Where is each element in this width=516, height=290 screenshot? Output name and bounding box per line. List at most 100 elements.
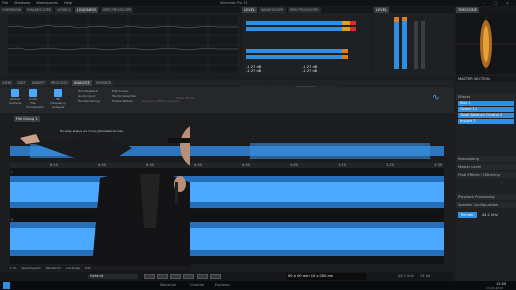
file-comparator-label: Audio File Comparator bbox=[26, 97, 44, 109]
level-meter-r bbox=[246, 27, 342, 31]
level-meter-l2-orange bbox=[342, 49, 348, 53]
status-channels: 1 ch bbox=[10, 266, 17, 270]
master-level-header[interactable]: Master Level bbox=[456, 164, 516, 170]
tab-process[interactable]: PROCESS bbox=[48, 80, 70, 86]
menu-file[interactable]: File bbox=[2, 1, 8, 5]
plugin-slot[interactable]: Slot 1 bbox=[458, 101, 514, 106]
final-effects-header[interactable]: Final Effects / Dithering bbox=[456, 172, 516, 178]
tab-spectroscope-mid[interactable]: SPECTROSCOPE bbox=[287, 7, 321, 13]
global-analysis-label: Global Analysis bbox=[8, 97, 22, 105]
rewind-button[interactable] bbox=[144, 274, 155, 279]
status-loudness[interactable]: Loudness bbox=[66, 266, 80, 270]
option-meter-mode[interactable]: Meter Mode bbox=[176, 96, 194, 100]
top-tabs-left: OVERVIEW PHASESCOPE LEVELS LOUDNESS SPEC… bbox=[0, 7, 240, 13]
taskbar-date: 14.01.2024 bbox=[486, 286, 504, 290]
tab-phasescope[interactable]: PHASESCOPE bbox=[25, 7, 54, 13]
resampling-header[interactable]: Resampling bbox=[456, 156, 516, 162]
tab-level-right[interactable]: LEVEL bbox=[374, 7, 390, 13]
plugin-slot[interactable]: Ozone 11 bbox=[458, 107, 514, 112]
file-comparator-button[interactable]: Audio File Comparator bbox=[26, 89, 44, 109]
plugin-slot[interactable]: Tonal Balance Control 2 bbox=[458, 113, 514, 118]
ruler-tick: 1:10 bbox=[338, 163, 347, 167]
waveform-icon bbox=[11, 89, 19, 97]
tab-render2[interactable]: RENDER bbox=[94, 80, 114, 86]
chart-icon bbox=[54, 89, 62, 97]
waves-logo-icon: ∿ bbox=[432, 93, 440, 103]
menu-workspaces[interactable]: Workspaces bbox=[36, 1, 58, 5]
phasescope-panel: TIMECODE bbox=[456, 7, 516, 74]
window-controls[interactable]: – □ × bbox=[483, 0, 514, 6]
top-tabs-right: LEVEL bbox=[374, 7, 454, 13]
option-list-2: Edit Cursor Studio Selection Freeze Mete… bbox=[112, 89, 136, 104]
playback-processing-header[interactable]: Playback Processing bbox=[456, 194, 516, 200]
singer-photo-overlay bbox=[20, 126, 190, 288]
meter-area-left: OVERVIEW PHASESCOPE LEVELS LOUDNESS SPEC… bbox=[0, 7, 240, 74]
start-icon[interactable] bbox=[3, 282, 10, 289]
option-list-1: Hot Playback Audio Input Fire Rendering bbox=[78, 89, 100, 104]
level-meter-r-orange bbox=[342, 27, 350, 31]
phasescope-display bbox=[456, 15, 516, 73]
level-meter-l2 bbox=[246, 49, 342, 53]
time-display: 00 h 00 min 10 s 000 ms bbox=[286, 273, 366, 280]
level-meter-r2-orange bbox=[342, 55, 348, 59]
option-freeze-meters[interactable]: Freeze Meters bbox=[112, 99, 136, 104]
tab-spectroscope[interactable]: SPECTROSCOPE bbox=[100, 7, 134, 13]
process-tabs: VIEW EDIT INSERT PROCESS ANALYZE RENDER bbox=[0, 80, 454, 86]
speaker-config-header[interactable]: Speaker Configuration bbox=[456, 202, 516, 208]
loudness-graph bbox=[8, 15, 238, 73]
app-title: Wavelab Pro 11 bbox=[220, 1, 248, 5]
title-bar: Wavelab Pro 11 – □ × bbox=[0, 0, 516, 6]
menu-windows[interactable]: Windows bbox=[14, 1, 30, 5]
menu-help[interactable]: Help bbox=[64, 1, 72, 5]
meter-area-mid: LEVEL WAVESCOPE SPECTROSCOPE -1.27 dB -1… bbox=[242, 7, 372, 74]
plugin-slot[interactable]: Insight 2 bbox=[458, 119, 514, 124]
freq-analysis-button[interactable]: 3D Frequency Analysis bbox=[48, 89, 68, 109]
meter-reading-4: -1.27 dB bbox=[302, 69, 318, 73]
ruler-tick: 0:50 bbox=[242, 163, 251, 167]
meter-reading-2: -1.27 dB bbox=[246, 69, 262, 73]
tab-levels[interactable]: LEVELS bbox=[55, 7, 73, 13]
level-meter-r-red bbox=[350, 27, 356, 31]
level-meter-l-red bbox=[350, 21, 356, 25]
play-button[interactable] bbox=[170, 274, 182, 279]
loop-button[interactable] bbox=[196, 274, 208, 279]
vu-meter-4 bbox=[421, 21, 425, 69]
preset-dropdown[interactable]: Default bbox=[88, 274, 138, 279]
status-info[interactable]: Info bbox=[85, 266, 91, 270]
ruler-tick: 1:20 bbox=[386, 163, 395, 167]
plugin-list: Slot 1 Ozone 11 Tonal Balance Control 2 … bbox=[456, 100, 516, 126]
stop-button[interactable] bbox=[157, 274, 169, 279]
tab-timecode[interactable]: TIMECODE bbox=[456, 7, 480, 13]
tab-edit[interactable]: EDIT bbox=[15, 80, 28, 86]
master-samplerate: 44.1 kHz bbox=[482, 213, 498, 217]
tab-level[interactable]: LEVEL bbox=[242, 7, 258, 13]
compare-icon bbox=[29, 89, 37, 97]
option-dynamic[interactable]: Dynamic Offline Analysis bbox=[142, 99, 179, 103]
status-spectrogram[interactable]: Spectrogram bbox=[21, 266, 40, 270]
record-button[interactable] bbox=[209, 274, 221, 279]
render-button[interactable]: Render bbox=[458, 212, 477, 218]
taskbar-item-3[interactable]: Explorer bbox=[215, 283, 230, 287]
ruler-tick: 1:30 bbox=[434, 163, 443, 167]
tab-loudness[interactable]: LOUDNESS bbox=[74, 7, 99, 13]
phasescope-tabs: TIMECODE bbox=[456, 7, 516, 13]
track-label-r: R bbox=[11, 218, 14, 222]
tab-overview[interactable]: OVERVIEW bbox=[0, 7, 24, 13]
master-title: MASTER SECTION bbox=[456, 76, 516, 82]
ruler-tick: 0:40 bbox=[194, 163, 203, 167]
transport-buttons bbox=[144, 274, 222, 280]
tab-wavescope[interactable]: WAVESCOPE bbox=[259, 7, 286, 13]
option-fire-rendering[interactable]: Fire Rendering bbox=[78, 99, 100, 104]
tab-view[interactable]: VIEW bbox=[0, 80, 14, 86]
forward-button[interactable] bbox=[183, 274, 195, 279]
level-meter-l bbox=[246, 21, 342, 25]
tab-insert[interactable]: INSERT bbox=[29, 80, 47, 86]
taskbar-item-2[interactable]: Chrome bbox=[190, 283, 204, 287]
vu-meter-r bbox=[402, 17, 407, 69]
sample-rate: 44.1 kHz bbox=[398, 274, 414, 278]
status-waveform[interactable]: Waveform bbox=[46, 266, 61, 270]
taskbar-item-1[interactable]: WaveLab bbox=[160, 283, 176, 287]
global-analysis-button[interactable]: Global Analysis bbox=[8, 89, 22, 105]
level-meter-r2 bbox=[246, 55, 342, 59]
tab-analyze[interactable]: ANALYZE bbox=[71, 80, 92, 86]
